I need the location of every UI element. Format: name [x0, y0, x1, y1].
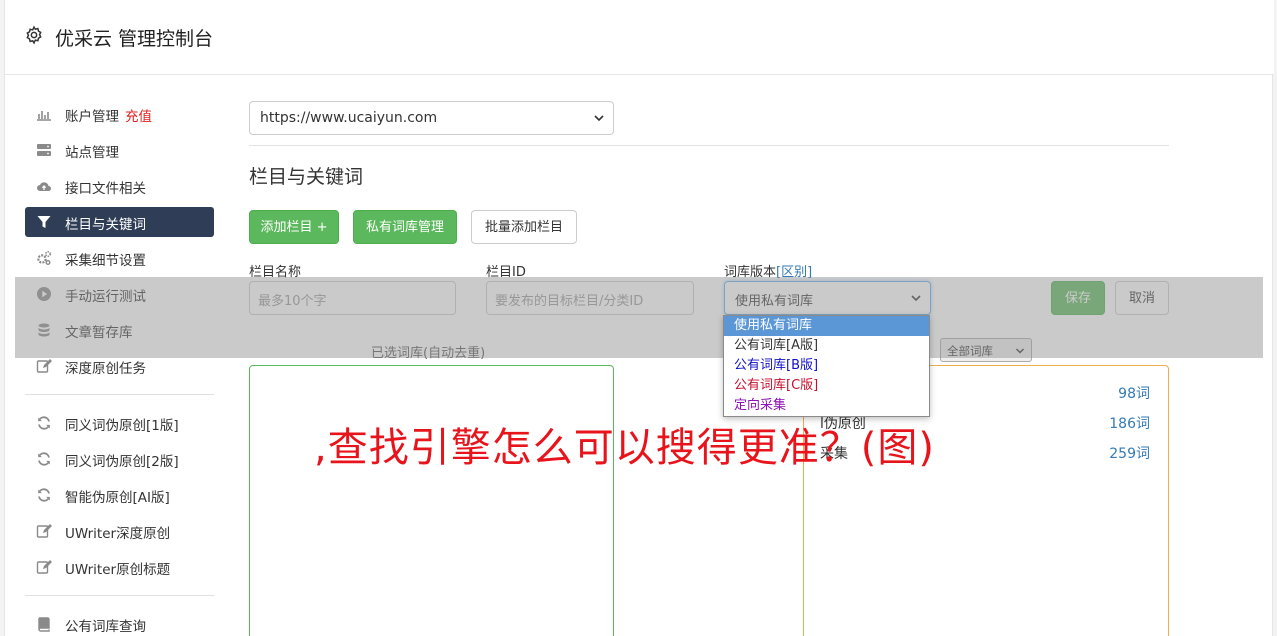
edit-icon — [36, 523, 52, 539]
gray-overlay-band — [15, 277, 1263, 358]
book-icon — [36, 616, 52, 632]
add-column-button[interactable]: 添加栏目 + — [249, 210, 339, 244]
gear-icon — [26, 25, 42, 45]
edit-icon — [36, 559, 52, 575]
version-option-public-a[interactable]: 公有词库[A版] — [724, 336, 929, 356]
sidebar-item-label: 同义词伪原创[2版] — [65, 454, 179, 470]
version-option-public-c[interactable]: 公有词库[C版] — [724, 376, 929, 396]
sidebar-item-label: 接口文件相关 — [65, 181, 146, 197]
version-dropdown-menu: 使用私有词库 公有词库[A版] 公有词库[B版] 公有词库[C版] 定向采集 — [723, 315, 930, 417]
chevron-down-icon — [594, 115, 604, 122]
site-select-value: https://www.ucaiyun.com — [260, 110, 438, 126]
header: 优采云 管理控制台 — [5, 0, 1274, 75]
version-option-public-b[interactable]: 公有词库[B版] — [724, 356, 929, 376]
server-icon — [36, 142, 52, 158]
section-divider — [249, 145, 1169, 146]
refresh-icon — [36, 487, 52, 503]
sidebar-item-label: 采集细节设置 — [65, 253, 146, 269]
filter-icon — [36, 214, 52, 230]
version-option-directed[interactable]: 定向采集 — [724, 396, 929, 416]
page-title: 栏目与关键词 — [249, 166, 364, 188]
sidebar-item-label: 账户管理 — [65, 109, 119, 125]
sidebar-divider — [25, 394, 214, 395]
sidebar-item-columns-keywords[interactable]: 栏目与关键词 — [25, 207, 214, 237]
sidebar-item-label: 智能伪原创[AI版] — [65, 490, 170, 506]
private-lib-button[interactable]: 私有词库管理 — [353, 210, 457, 244]
refresh-icon — [36, 415, 52, 431]
sidebar-item-synonym-v1[interactable]: 同义词伪原创[1版] — [25, 408, 214, 438]
cloud-upload-icon — [36, 178, 52, 194]
sidebar-item-label: UWriter原创标题 — [65, 562, 171, 578]
sidebar-item-label: 同义词伪原创[1版] — [65, 418, 179, 434]
sidebar-item-sites[interactable]: 站点管理 — [25, 135, 214, 165]
site-select[interactable]: https://www.ucaiyun.com — [249, 101, 614, 135]
sidebar-item-interface-files[interactable]: 接口文件相关 — [25, 171, 214, 201]
cogs-icon — [36, 250, 52, 266]
refresh-icon — [36, 451, 52, 467]
watermark-caption: ,查找引擎怎么可以搜得更准？(图) — [314, 425, 935, 471]
sidebar-item-public-lib-query[interactable]: 公有词库查询 — [25, 609, 214, 636]
recharge-link[interactable]: 充值 — [125, 109, 152, 125]
version-option-private[interactable]: 使用私有词库 — [724, 316, 929, 336]
sidebar-item-label: 公有词库查询 — [65, 619, 146, 635]
batch-add-column-button[interactable]: 批量添加栏目 — [471, 210, 577, 244]
sidebar-item-account[interactable]: 账户管理 充值 — [25, 99, 214, 129]
edit-icon — [36, 358, 52, 374]
app-title: 优采云 管理控制台 — [55, 28, 214, 50]
sidebar-divider — [25, 595, 214, 596]
sidebar-item-label: 深度原创任务 — [65, 361, 146, 377]
sidebar-item-collect-settings[interactable]: 采集细节设置 — [25, 243, 214, 273]
sidebar-item-label: 站点管理 — [65, 145, 119, 161]
sidebar-item-uwriter-title[interactable]: UWriter原创标题 — [25, 552, 214, 582]
sidebar-item-ai-rewrite[interactable]: 智能伪原创[AI版] — [25, 480, 214, 510]
sidebar-item-label: UWriter深度原创 — [65, 526, 171, 542]
selected-lib-box[interactable] — [249, 365, 614, 636]
sidebar-item-label: 栏目与关键词 — [65, 217, 146, 233]
sidebar-item-synonym-v2[interactable]: 同义词伪原创[2版] — [25, 444, 214, 474]
bar-chart-icon — [36, 106, 52, 122]
sidebar-item-uwriter-deep[interactable]: UWriter深度原创 — [25, 516, 214, 546]
